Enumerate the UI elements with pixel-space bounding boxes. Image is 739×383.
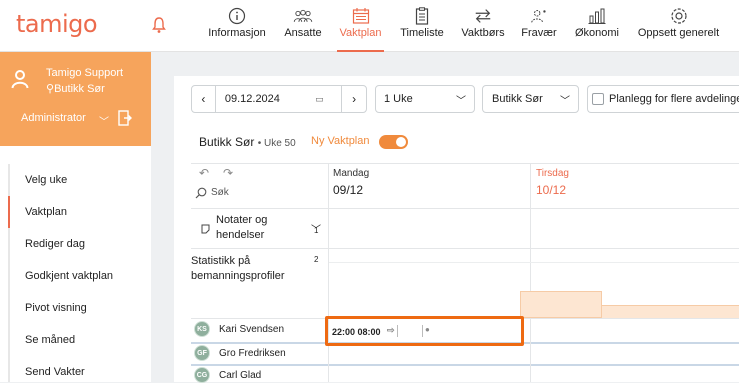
department-select[interactable]: Butikk Sør ﹀ [482,85,579,113]
nav-timeliste[interactable]: Timeliste [399,0,445,52]
search-placeholder: Søk [211,187,229,198]
people-icon [293,9,313,22]
sidebar-item-rediger-dag[interactable]: Rediger dag [25,238,85,250]
multi-department-option[interactable]: Planlegg for flere avdelinger [587,85,739,113]
period-value: 1 Uke [384,93,413,105]
date-input[interactable]: 09.12.2024 [216,93,315,105]
grid-line [191,364,739,366]
notes-row[interactable]: Notater og hendelser ﹀ [199,211,327,245]
multi-department-label: Planlegg for flere avdelinger [609,93,739,105]
nav-ansatte[interactable]: Ansatte [282,0,324,52]
nav-informasjon[interactable]: Informasjon [208,0,266,52]
employee-name[interactable]: Kari Svendsen [219,324,284,335]
sidebar-item-se-maned[interactable]: Se måned [25,334,75,346]
grid-line [191,163,739,164]
nav-fravaer[interactable]: Fravær [520,0,558,52]
staffing-bar [602,305,739,318]
bell-icon[interactable] [152,16,166,34]
employee-name[interactable]: Carl Glad [219,370,261,381]
sidebar-item-pivot-visning[interactable]: Pivot visning [25,302,87,314]
undo-icon[interactable]: ↶ [199,166,209,180]
logo[interactable]: tamigo [16,10,98,38]
sidebar: Tamigo Support ⚲Butikk Sør Administrator… [0,52,151,382]
nav-label: Vaktplan [339,27,382,39]
search-icon [195,187,207,199]
grid-line [191,208,739,209]
info-icon [228,7,246,25]
schedule-title: Butikk Sør • Uke 50 [199,135,296,149]
grid-line [191,248,739,249]
new-plan-toggle[interactable] [379,135,408,149]
nav-label: Timeliste [400,27,444,39]
multi-department-checkbox[interactable] [592,93,604,105]
day-date-monday: 09/12 [333,183,364,197]
gear-icon [670,8,687,24]
user-panel: Tamigo Support ⚲Butikk Sør Administrator… [0,52,151,146]
nav-label: Ansatte [284,27,322,39]
logout-icon[interactable] [118,110,132,126]
employee-search[interactable]: Søk [193,185,326,202]
clipboard-icon [415,7,429,25]
day-name-tuesday: Tirsdag [536,168,569,179]
grid-line [329,262,739,263]
chart-icon [588,8,606,24]
sidebar-item-send-vakter[interactable]: Send Vakter [25,366,85,378]
nav-label: Økonomi [574,27,620,39]
chevron-down-icon: ﹀ [456,95,466,107]
redo-icon[interactable]: ↷ [223,166,233,180]
period-select[interactable]: 1 Uke ﹀ [375,85,475,113]
stats-count: 2 [314,255,319,264]
user-icon [11,70,29,89]
nav-label: Vaktbørs [461,27,505,39]
staffing-bar [520,291,602,318]
department-value: Butikk Sør [492,93,543,105]
calendar-icon [352,8,369,24]
chevron-down-icon: ﹀ [560,95,570,107]
nav-label: Oppsett generelt [637,27,720,39]
role-selector[interactable]: Administrator [21,112,86,124]
avatar[interactable]: CG [194,367,210,383]
chevron-down-icon[interactable]: ﹀ [99,113,109,128]
day-name-monday: Mandag [333,168,370,179]
sidebar-item-velg-uke[interactable]: Velg uke [25,174,67,186]
nav-vaktplan[interactable]: Vaktplan [337,0,384,52]
nav-label: Fravær [521,27,557,39]
prev-week-button[interactable]: ‹ [192,86,216,112]
employee-name[interactable]: Gro Fredriksen [219,348,286,359]
new-plan-label: Ny Vaktplan [311,135,370,147]
nav-label: Informasjon [208,27,266,39]
calendar-small-icon[interactable]: ▭ [315,94,341,105]
nav-okonomi[interactable]: Økonomi [574,0,620,52]
sidebar-item-godkjent-vaktplan[interactable]: Godkjent vaktplan [25,270,113,282]
notes-count: 1 [314,226,319,235]
absence-icon [531,10,546,23]
sidebar-item-vaktplan[interactable]: Vaktplan [25,206,67,218]
avatar[interactable]: KS [194,321,210,337]
location-pin-icon: ⚲ [46,83,55,95]
date-picker: ‹ 09.12.2024 ▭ › [191,85,367,113]
notes-label: Notater og hendelser [216,214,268,241]
day-date-tuesday: 10/12 [536,183,567,197]
top-bar: tamigo Informasjon Ansatte Vaktplan Time… [0,0,739,52]
grid-line [530,163,531,382]
stats-label: Statistikk på bemanningsprofiler [191,255,285,282]
shift-highlight [325,316,524,346]
note-icon [201,224,210,234]
next-week-button[interactable]: › [341,86,366,112]
nav-vaktbors[interactable]: Vaktbørs [459,0,507,52]
grid-line [328,163,329,382]
user-name: Tamigo Support [46,67,124,79]
swap-icon [475,9,491,23]
sidebar-active-indicator [8,196,10,228]
user-location: ⚲Butikk Sør [46,83,105,95]
avatar[interactable]: GF [194,345,210,361]
week-label: • Uke 50 [257,138,296,149]
nav-oppsett-generelt[interactable]: Oppsett generelt [637,0,720,52]
